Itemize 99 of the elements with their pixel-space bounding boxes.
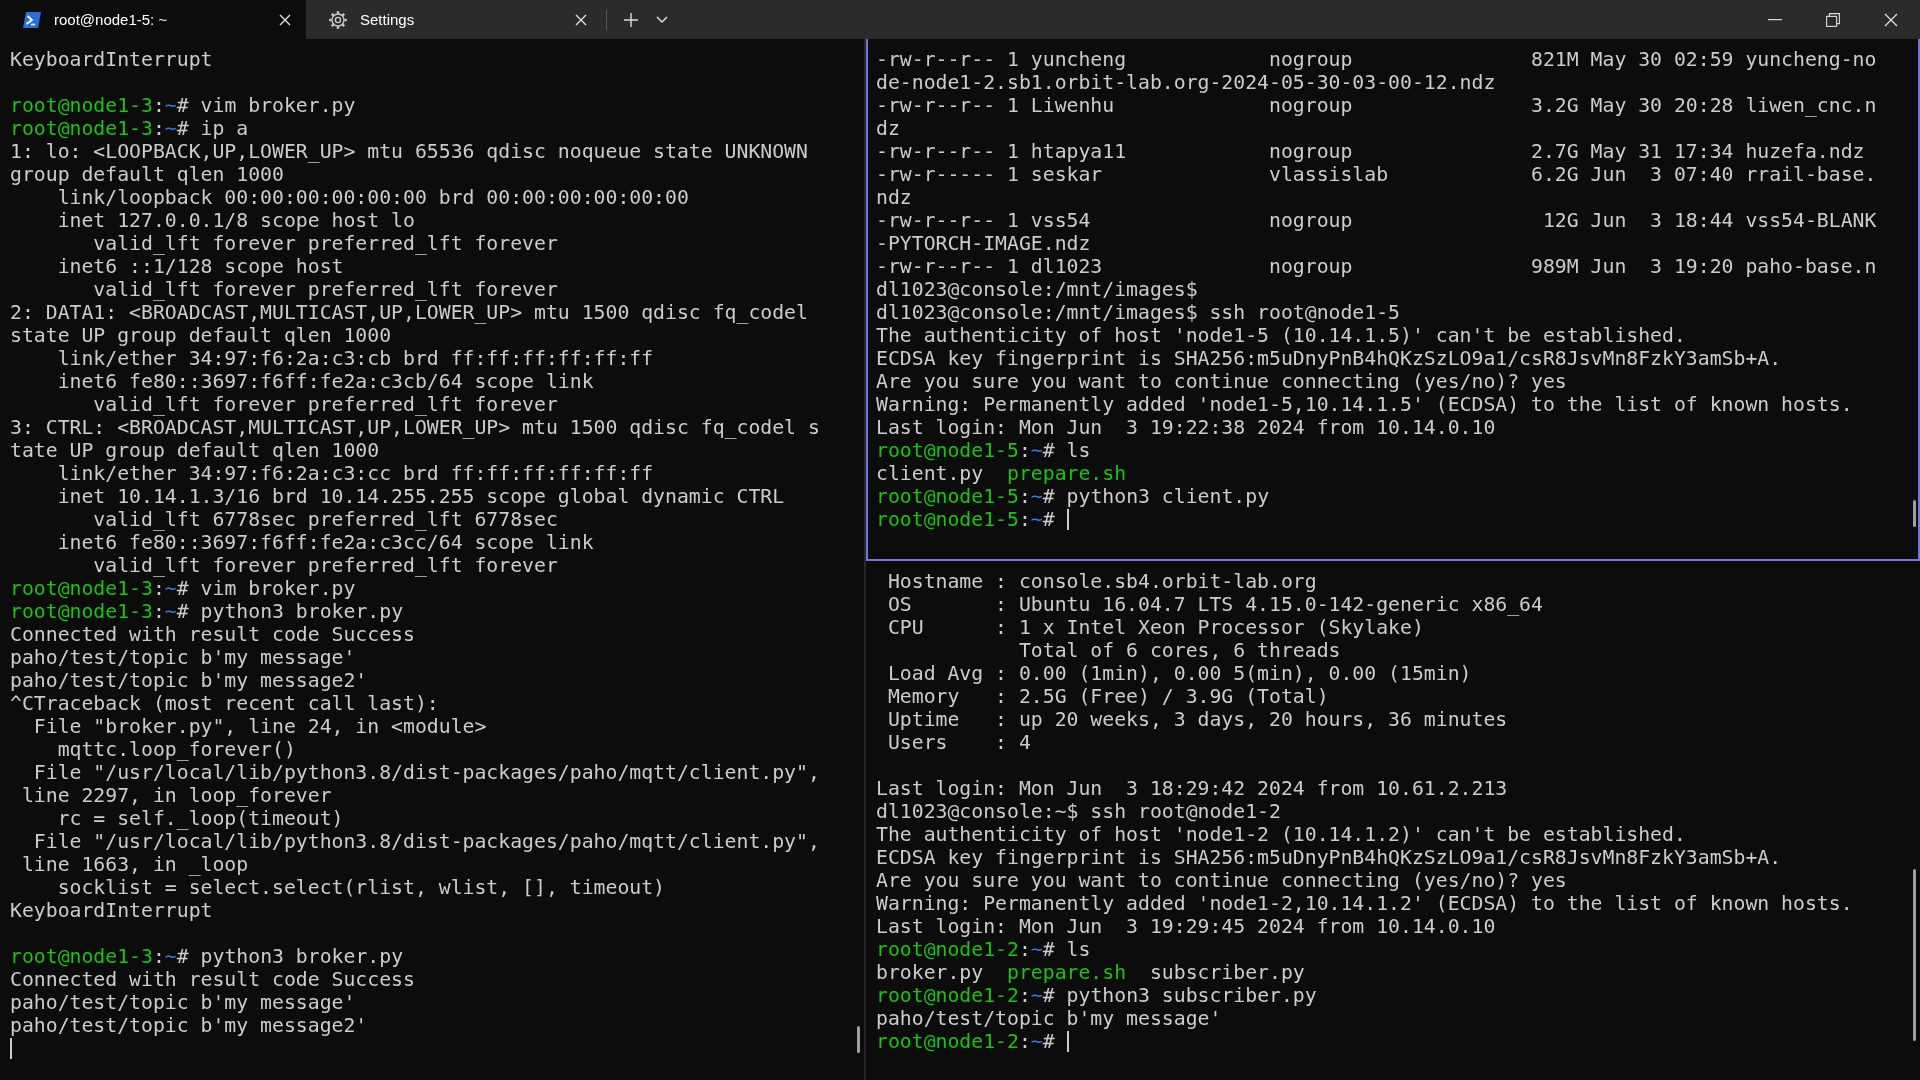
terminal-line: KeyboardInterrupt [10, 899, 213, 922]
terminal-line: Last login: Mon Jun 3 19:22:38 2024 from 10.14.0.10 [876, 416, 1496, 439]
terminal-line: Last login: Mon Jun 3 18:29:42 2024 from 10.61.2.213 [876, 777, 1508, 800]
scrollbar-thumb[interactable] [1913, 500, 1916, 527]
terminal-line: Total of 6 cores, 6 threads [1017, 639, 1341, 662]
terminal-line: ECDSA key fingerprint is SHA256:m5uDnyPnB4hQKzSzLO9a1/csR8JsvMn8FzkY3amSb+A. [876, 846, 1782, 869]
terminal-line: valid_lft forever preferred_lft forever [92, 232, 558, 255]
terminal-line: Hostname : console.sb4.orbit-lab.org [886, 570, 1317, 593]
terminal-line: Last login: Mon Jun 3 19:29:45 2024 from 10.14.0.10 [876, 915, 1496, 938]
terminal-line: -rw-r--r-- 1 yuncheng nogroup 821M May 30 02:59 yuncheng-no [876, 48, 1877, 71]
terminal-line: valid_lft forever preferred_lft forever [92, 278, 558, 301]
terminal-line: line 2297, in loop_forever [20, 784, 332, 807]
file-name: prepare.sh [1007, 961, 1127, 984]
restore-icon[interactable] [1826, 12, 1840, 27]
prompt-line: root@node1-5:~# [876, 508, 1069, 531]
prompt-line: root@node1-3:~# vim broker.py [10, 94, 356, 117]
terminal-line: -rw-r--r-- 1 dl1023 nogroup 989M Jun 3 19:20 paho-base.n [876, 255, 1877, 278]
file-name: subscriber.py [1149, 961, 1305, 984]
tab[interactable]: root@node1-5: ~ [0, 0, 306, 39]
scrollbar-thumb[interactable] [1913, 869, 1916, 1041]
terminal-line: inet6 ::1/128 scope host [56, 255, 344, 278]
text-cursor [10, 1038, 12, 1059]
file-name: client.py [876, 462, 984, 485]
terminal-line: Users : 4 [886, 731, 1031, 754]
terminal-line: The authenticity of host 'node1-5 (10.14.1.5)' can't be established. [876, 324, 1686, 347]
prompt-line: root@node1-3:~# python3 broker.py [10, 945, 404, 968]
terminal-line: Load Avg : 0.00 (1min), 0.00 5(min), 0.00 (15min) [886, 662, 1472, 685]
terminal-line: File "/usr/local/lib/python3.8/dist-packages/paho/mqtt/client.py", [32, 830, 820, 853]
caret-icon[interactable] [655, 14, 669, 25]
terminal-line: valid_lft 6778sec preferred_lft 6778sec [92, 508, 558, 531]
terminal-line: KeyboardInterrupt [10, 48, 213, 71]
terminal-line: -rw-r--r-- 1 vss54 nogroup 12G Jun 3 18:44 vss54-BLANK [876, 209, 1877, 232]
prompt-line: root@node1-3:~# vim broker.py [10, 577, 356, 600]
terminal-line: OS : Ubuntu 16.04.7 LTS 4.15.0-142-generic x86_64 [886, 593, 1543, 616]
terminal-line: paho/test/topic b'my message' [876, 1007, 1222, 1030]
prompt-line: root@node1-2:~# ls [876, 938, 1091, 961]
terminal-line: group default qlen 1000 [10, 163, 284, 186]
terminal-line: ndz [876, 186, 912, 209]
terminal-line: Are you sure you want to continue connecting (yes/no)? yes [876, 370, 1567, 393]
terminal-line: link/loopback 00:00:00:00:00:00 brd 00:00:00:00:00:00 [56, 186, 689, 209]
terminal-line: Are you sure you want to continue connecting (yes/no)? yes [876, 869, 1567, 892]
minimize-icon[interactable] [1768, 18, 1782, 21]
terminal-line: -rw-r--r-- 1 Liwenhu nogroup 3.2G May 30 20:28 liwen_cnc.n [876, 94, 1877, 117]
terminal-line: mqttc.loop_forever() [56, 738, 296, 761]
terminal-line: inet 10.14.1.3/16 brd 10.14.255.255 scope global dynamic CTRL [56, 485, 785, 508]
terminal-line: 1: lo: <LOOPBACK,UP,LOWER_UP> mtu 65536 qdisc noqueue state UNKNOWN [10, 140, 808, 163]
terminal-line: -rw-r----- 1 seskar vlassislab 6.2G Jun 3 07:40 rrail-base. [876, 163, 1877, 186]
prompt-line: root@node1-2:~# python3 subscriber.py [876, 984, 1317, 1007]
close-icon[interactable] [574, 12, 588, 27]
terminal-line: rc = self._loop(timeout) [56, 807, 344, 830]
prompt-line: root@node1-5:~# python3 client.py [876, 485, 1270, 508]
terminal-line: Connected with result code Success [10, 623, 415, 646]
terminal-line: Warning: Permanently added 'node1-5,10.14.1.5' (ECDSA) to the list of known hosts. [876, 393, 1853, 416]
terminal-line: Connected with result code Success [10, 968, 415, 991]
terminal-line: de-node1-2.sb1.orbit-lab.org-2024-05-30-03-00-12.ndz [876, 71, 1496, 94]
terminal-line: File "/usr/local/lib/python3.8/dist-packages/paho/mqtt/client.py", [32, 761, 820, 784]
file-name: prepare.sh [1007, 462, 1127, 485]
gear-icon [328, 9, 348, 30]
terminal-line: dl1023@console:/mnt/images$ [876, 278, 1198, 301]
prompt-line: root@node1-2:~# [876, 1030, 1069, 1053]
terminal-line: tate UP group default qlen 1000 [10, 439, 380, 462]
terminal-line: File "broker.py", line 24, in <module> [32, 715, 487, 738]
terminal-line: 2: DATA1: <BROADCAST,MULTICAST,UP,LOWER_UP> mtu 1500 qdisc fq_codel [10, 301, 808, 324]
plus-icon[interactable] [623, 11, 639, 28]
terminal-line: link/ether 34:97:f6:2a:c3:cc brd ff:ff:ff:ff:ff:ff [56, 462, 654, 485]
terminal-line: dz [876, 117, 900, 140]
terminal-line: Memory : 2.5G (Free) / 3.9G (Total) [886, 685, 1329, 708]
terminal-line: valid_lft forever preferred_lft forever [92, 554, 558, 577]
terminal-line: inet6 fe80::3697:f6ff:fe2a:c3cc/64 scope link [56, 531, 594, 554]
terminal-line: link/ether 34:97:f6:2a:c3:cb brd ff:ff:ff:ff:ff:ff [56, 347, 654, 370]
terminal-line: dl1023@console:/mnt/images$ ssh root@node1-5 [876, 301, 1400, 324]
prompt-line: root@node1-3:~# ip a [10, 117, 249, 140]
terminal-line: dl1023@console:~$ ssh root@node1-2 [876, 800, 1281, 823]
terminal-line: socklist = select.select(rlist, wlist, [], timeout) [56, 876, 665, 899]
terminal-line: paho/test/topic b'my message2' [10, 669, 368, 692]
terminal-line: Uptime : up 20 weeks, 3 days, 20 hours, 36 minutes [886, 708, 1508, 731]
terminal-line: CPU : 1 x Intel Xeon Processor (Skylake) [886, 616, 1424, 639]
terminal-line: Warning: Permanently added 'node1-2,10.14.1.2' (ECDSA) to the list of known hosts. [876, 892, 1853, 915]
terminal-line: paho/test/topic b'my message2' [10, 1014, 368, 1037]
scrollbar-thumb[interactable] [857, 1026, 860, 1053]
terminal-line: inet6 fe80::3697:f6ff:fe2a:c3cb/64 scope link [56, 370, 594, 393]
terminal-line: -PYTORCH-IMAGE.ndz [876, 232, 1091, 255]
prompt-line: root@node1-5:~# ls [876, 439, 1091, 462]
terminal-line: state UP group default qlen 1000 [10, 324, 392, 347]
terminal-line: paho/test/topic b'my message' [10, 646, 356, 669]
terminal-line: The authenticity of host 'node1-2 (10.14.1.2)' can't be established. [876, 823, 1686, 846]
terminal-icon [22, 10, 42, 29]
terminal-line: 3: CTRL: <BROADCAST,MULTICAST,UP,LOWER_UP> mtu 1500 qdisc fq_codel s [10, 416, 820, 439]
close-icon[interactable] [278, 12, 292, 27]
terminal-line: ^CTraceback (most recent call last): [10, 692, 439, 715]
terminal-line: inet 127.0.0.1/8 scope host lo [56, 209, 415, 232]
terminal-line: -rw-r--r-- 1 htapya11 nogroup 2.7G May 31 17:34 huzefa.ndz [876, 140, 1865, 163]
terminal-line: ECDSA key fingerprint is SHA256:m5uDnyPnB4hQKzSzLO9a1/csR8JsvMn8FzkY3amSb+A. [876, 347, 1782, 370]
prompt-line: root@node1-3:~# python3 broker.py [10, 600, 404, 623]
terminal-line: valid_lft forever preferred_lft forever [92, 393, 558, 416]
close-icon[interactable] [1884, 12, 1898, 27]
terminal-line: paho/test/topic b'my message' [10, 991, 356, 1014]
file-name: broker.py [876, 961, 984, 984]
terminal-line: line 1663, in _loop [20, 853, 249, 876]
